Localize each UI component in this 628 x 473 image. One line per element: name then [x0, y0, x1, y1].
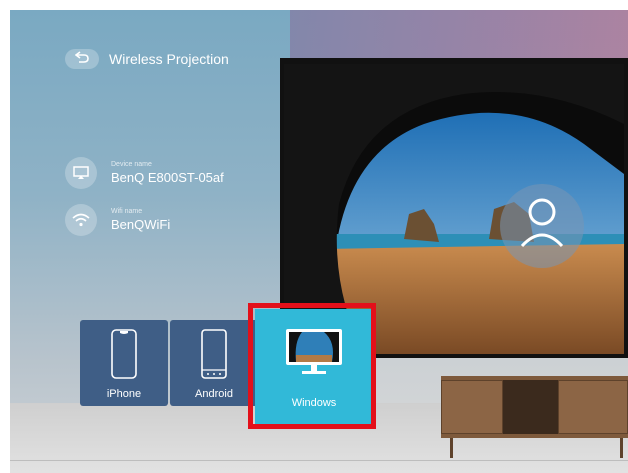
tv-cabinet [441, 376, 628, 438]
cast-icon [65, 157, 97, 189]
cabinet-door [441, 380, 503, 434]
selection-highlight [248, 303, 376, 429]
back-arrow-icon [74, 50, 89, 68]
header: Wireless Projection [65, 49, 229, 69]
cabinet-shelf [503, 380, 558, 434]
device-name-value: BenQ E800ST-05af [111, 170, 224, 185]
iphone-icon [111, 329, 137, 379]
tile-android-label: Android [195, 388, 233, 400]
wifi-name-label: Wifi name [111, 208, 143, 215]
android-phone-icon [201, 329, 227, 379]
wifi-icon [65, 204, 97, 236]
cabinet-leg [620, 438, 623, 458]
cabinet-leg [450, 438, 453, 458]
back-button[interactable] [65, 49, 99, 69]
wifi-name-value: BenQWiFi [111, 217, 171, 232]
tile-android[interactable]: Android [170, 320, 258, 406]
page-title: Wireless Projection [109, 51, 229, 67]
floor-line [10, 460, 628, 461]
device-name-label: Device name [111, 161, 152, 168]
device-name-row: Device name BenQ E800ST-05af [65, 157, 224, 189]
cabinet-door [558, 380, 628, 434]
wireless-projection-screen: Wireless Projection Device name BenQ E80… [0, 0, 628, 473]
wifi-name-row: Wifi name BenQWiFi [65, 204, 170, 236]
tile-iphone[interactable]: iPhone [80, 320, 168, 406]
tile-iphone-label: iPhone [106, 388, 142, 400]
